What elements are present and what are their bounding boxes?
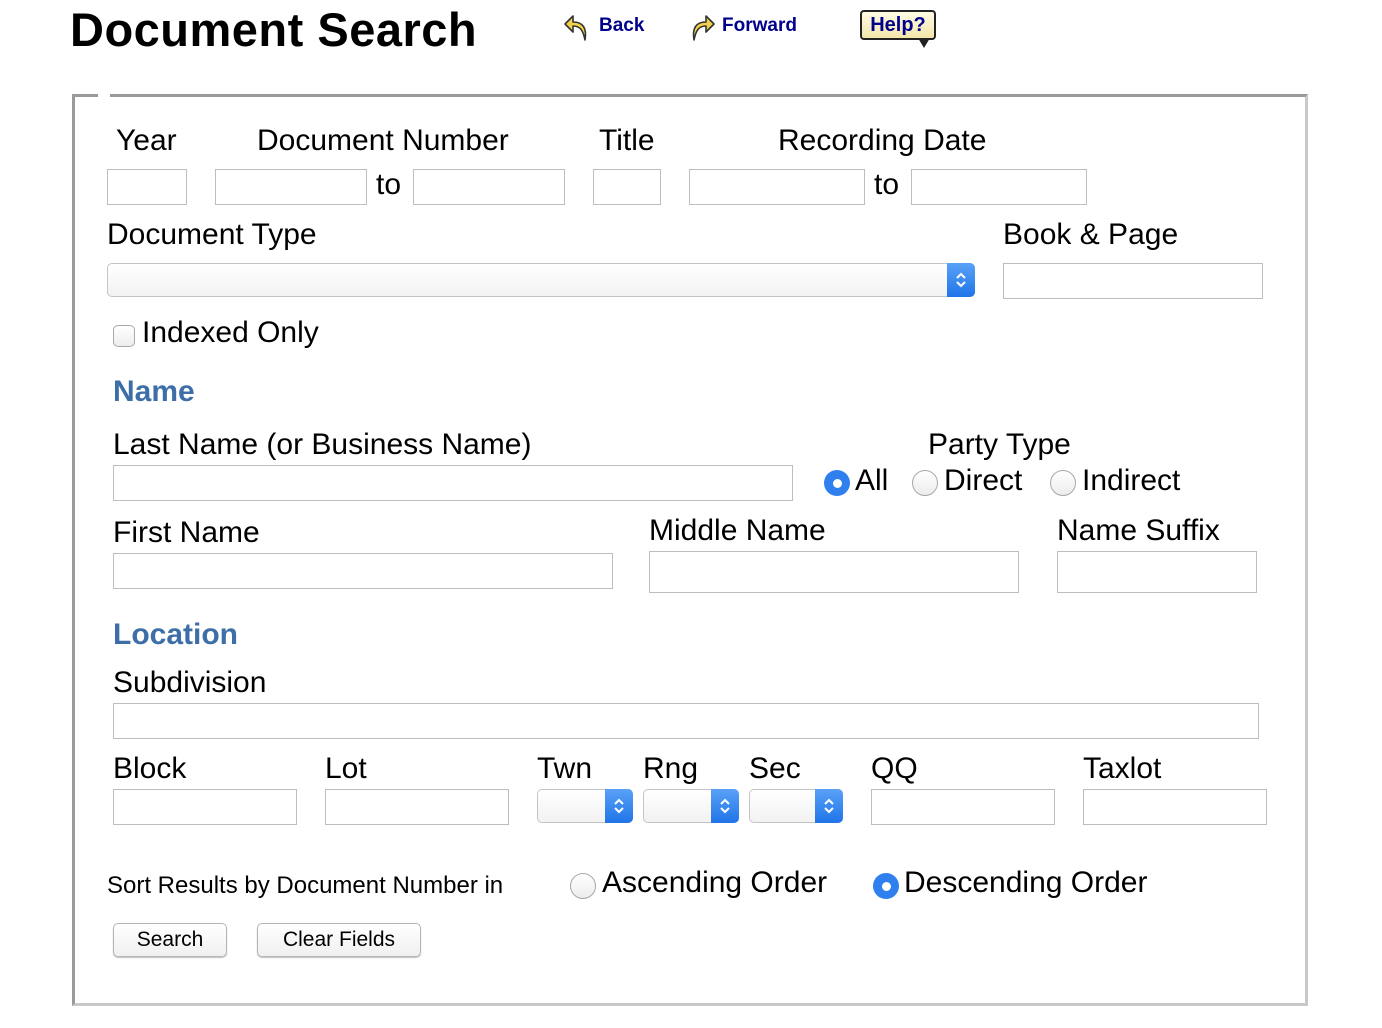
panel-notch [98, 90, 110, 98]
location-section-heading: Location [113, 618, 238, 651]
recording-date-to-label: to [874, 168, 900, 201]
forward-label: Forward [722, 15, 797, 36]
title-input[interactable] [593, 169, 661, 205]
select-chevron-icon [605, 789, 633, 823]
sort-ascending-label: Ascending Order [602, 866, 828, 899]
title-label: Title [599, 124, 655, 157]
page-title: Document Search [70, 3, 478, 56]
sort-descending-label: Descending Order [904, 866, 1148, 899]
lot-label: Lot [325, 752, 367, 785]
indexed-only-label: Indexed Only [142, 316, 319, 349]
recording-date-from-input[interactable] [689, 169, 865, 205]
year-input[interactable] [107, 169, 187, 205]
middle-name-input[interactable] [649, 551, 1019, 593]
party-direct-label: Direct [944, 464, 1023, 497]
taxlot-label: Taxlot [1083, 752, 1162, 785]
sec-label: Sec [749, 752, 801, 785]
name-suffix-label: Name Suffix [1057, 514, 1220, 547]
first-name-input[interactable] [113, 553, 613, 589]
document-type-select[interactable] [107, 263, 975, 297]
select-chevron-icon [711, 789, 739, 823]
document-type-label: Document Type [107, 218, 317, 251]
name-suffix-input[interactable] [1057, 551, 1257, 593]
party-indirect-radio[interactable] [1050, 470, 1076, 496]
qq-label: QQ [871, 752, 918, 785]
subdivision-input[interactable] [113, 703, 1259, 739]
book-page-input[interactable] [1003, 263, 1263, 299]
doc-number-from-input[interactable] [215, 169, 367, 205]
block-input[interactable] [113, 789, 297, 825]
sec-select[interactable] [749, 789, 843, 823]
forward-link[interactable]: Forward [686, 10, 797, 42]
help-label: Help? [860, 10, 936, 40]
help-bubble-tail [918, 38, 930, 48]
select-chevron-icon [815, 789, 843, 823]
recording-date-label: Recording Date [778, 124, 987, 157]
party-indirect-label: Indirect [1082, 464, 1181, 497]
back-arrow-icon [563, 10, 593, 42]
rng-label: Rng [643, 752, 699, 785]
doc-number-label: Document Number [257, 124, 509, 157]
party-type-label: Party Type [928, 428, 1071, 461]
clear-fields-button[interactable]: Clear Fields [257, 923, 421, 957]
book-page-label: Book & Page [1003, 218, 1179, 251]
search-button[interactable]: Search [113, 923, 227, 957]
party-direct-radio[interactable] [912, 470, 938, 496]
rng-select[interactable] [643, 789, 739, 823]
party-all-radio[interactable] [824, 470, 850, 496]
taxlot-input[interactable] [1083, 789, 1267, 825]
last-name-input[interactable] [113, 465, 793, 501]
doc-number-to-label: to [376, 168, 402, 201]
doc-number-to-input[interactable] [413, 169, 565, 205]
back-link[interactable]: Back [563, 10, 644, 42]
forward-arrow-icon [686, 10, 716, 42]
sort-descending-radio[interactable] [873, 873, 899, 899]
first-name-label: First Name [113, 516, 260, 549]
last-name-label: Last Name (or Business Name) [113, 428, 532, 461]
block-label: Block [113, 752, 187, 785]
party-all-label: All [855, 464, 889, 497]
sort-ascending-radio[interactable] [570, 873, 596, 899]
twn-select[interactable] [537, 789, 633, 823]
name-section-heading: Name [113, 375, 195, 408]
subdivision-label: Subdivision [113, 666, 267, 699]
select-chevron-icon [947, 263, 975, 297]
back-label: Back [599, 15, 645, 36]
indexed-only-checkbox[interactable] [113, 325, 135, 347]
year-label: Year [116, 124, 177, 157]
help-button[interactable]: Help? [860, 10, 938, 48]
qq-input[interactable] [871, 789, 1055, 825]
sort-label: Sort Results by Document Number in [107, 872, 504, 899]
recording-date-to-input[interactable] [911, 169, 1087, 205]
lot-input[interactable] [325, 789, 509, 825]
middle-name-label: Middle Name [649, 514, 826, 547]
twn-label: Twn [537, 752, 593, 785]
